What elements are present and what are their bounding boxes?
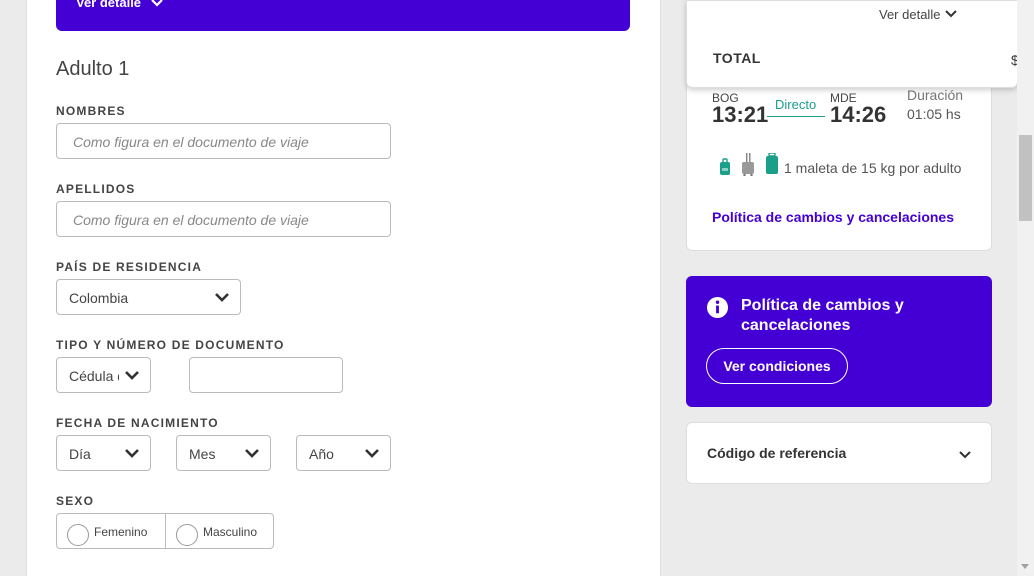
documento-type-select[interactable]: Cédula de [56,357,151,393]
carry-on-icon [742,153,754,176]
scrollbar-thumb[interactable] [1019,135,1032,221]
ver-detalle-link[interactable]: Ver detalle [879,7,940,22]
passenger-title: Adulto 1 [56,58,130,80]
nacimiento-label: FECHA DE NACIMIENTO [56,416,219,430]
policy-box-title: Política de cambios y cancelaciones [741,297,904,334]
info-icon [706,296,729,319]
nombres-label: NOMBRES [56,104,126,118]
radio-icon[interactable] [176,524,198,546]
dia-value: Día [69,446,91,462]
pais-value: Colombia [69,290,129,306]
sexo-masculino-option[interactable]: Masculino [166,514,274,548]
origin-time: 13:21 [712,102,769,127]
route-line [767,116,825,117]
pais-select[interactable]: Colombia [56,279,241,315]
documento-label: TIPO Y NÚMERO DE DOCUMENTO [56,338,285,352]
chevron-down-icon [959,451,971,459]
stops-label: Directo [775,97,817,112]
policy-box: Política de cambios y cancelaciones Ver … [686,276,992,407]
apellidos-placeholder: Como figura en el documento de viaje [73,212,309,228]
masculino-label: Masculino [203,525,258,539]
anio-select[interactable]: Año [296,435,391,471]
anio-value: Año [309,446,334,462]
apellidos-input[interactable]: Como figura en el documento de viaje [56,201,391,237]
ver-condiciones-button[interactable]: Ver condiciones [706,348,848,384]
chevron-down-icon [945,10,957,18]
backpack-icon [720,158,730,175]
flight-detail-banner[interactable]: Ver detalle [56,0,630,31]
sexo-label: SEXO [56,494,95,508]
chevron-down-icon [125,371,139,380]
duration-value: 01:05 hs [907,106,961,122]
total-label: TOTAL [713,50,761,66]
sexo-femenino-option[interactable]: Femenino [57,514,165,548]
nombres-input[interactable]: Como figura en el documento de viaje [56,123,391,159]
chevron-down-icon [125,449,139,458]
chevron-down-icon [151,0,163,7]
femenino-label: Femenino [94,525,148,539]
policy-link[interactable]: Política de cambios y cancelaciones [712,209,954,225]
reference-code-accordion[interactable]: Código de referencia [686,422,992,484]
documento-type-value: Cédula de [69,368,119,384]
scrollbar-track[interactable] [1017,0,1034,576]
sexo-radio-group: Femenino Masculino [56,513,274,549]
documento-number-input[interactable] [189,357,343,393]
dia-select[interactable]: Día [56,435,151,471]
chevron-down-icon [365,449,379,458]
baggage-text: 1 maleta de 15 kg por adulto [784,160,962,176]
chevron-down-icon [215,293,229,302]
dest-time: 14:26 [830,102,887,127]
pais-label: PAÍS DE RESIDENCIA [56,260,203,274]
apellidos-label: APELLIDOS [56,182,136,196]
mes-select[interactable]: Mes [176,435,271,471]
duration-label: Duración [907,87,964,103]
nombres-placeholder: Como figura en el documento de viaje [73,134,309,150]
suitcase-icon [766,153,778,174]
reference-code-label: Código de referencia [707,445,847,461]
ver-detalle-link[interactable]: Ver detalle [76,0,141,10]
mes-value: Mes [189,446,216,462]
scroll-down-arrow[interactable] [1021,564,1029,569]
radio-icon[interactable] [67,524,89,546]
chevron-down-icon [245,449,259,458]
price-summary-popup: Ver detalle TOTAL $ [686,0,1019,88]
